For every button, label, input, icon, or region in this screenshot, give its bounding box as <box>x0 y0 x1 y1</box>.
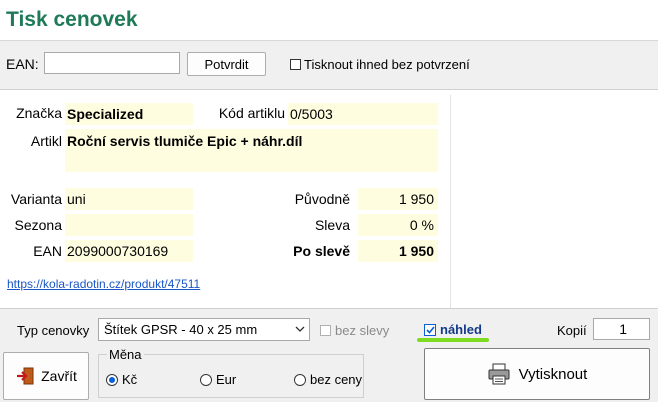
close-door-icon <box>17 367 34 385</box>
copies-input[interactable]: 1 <box>593 318 650 340</box>
currency-eur-radio[interactable]: Eur <box>200 372 236 387</box>
page-title: Tisk cenovek <box>6 8 138 31</box>
no-discount-checkbox[interactable]: bez slevy <box>320 323 389 338</box>
currency-group-label: Měna <box>107 347 144 362</box>
currency-group: Měna Kč Eur bez ceny <box>98 347 364 398</box>
print-button[interactable]: Vytisknout <box>424 348 650 400</box>
ean-input[interactable] <box>44 52 180 74</box>
currency-none-radio[interactable]: bez ceny <box>294 372 362 387</box>
brand-value: Specialized <box>65 103 193 125</box>
checkbox-disabled-icon <box>320 325 331 336</box>
after-discount-value: 1 950 <box>358 240 438 262</box>
original-price-value: 1 950 <box>358 188 438 210</box>
ean-toolbar: EAN: Potvrdit Tisknout ihned bez potvrze… <box>0 40 658 90</box>
close-button-label: Zavřít <box>41 368 77 384</box>
discount-label: Sleva <box>314 217 350 233</box>
season-value <box>65 214 193 236</box>
print-without-confirm-checkbox[interactable]: Tisknout ihned bez potvrzení <box>290 57 470 72</box>
currency-none-label: bez ceny <box>310 372 363 387</box>
ean-label: EAN: <box>6 56 39 72</box>
variant-value: uni <box>65 188 193 210</box>
print-button-label: Vytisknout <box>518 365 588 383</box>
preview-highlight <box>417 338 489 342</box>
original-price-label: Původně <box>294 191 350 207</box>
print-without-confirm-label: Tisknout ihned bez potvrzení <box>304 57 470 72</box>
label-type-label: Typ cenovky <box>17 323 90 338</box>
season-label: Sezona <box>14 217 62 233</box>
variant-label: Varianta <box>10 191 62 207</box>
label-type-value: Štítek GPSR - 40 x 25 mm <box>104 322 258 337</box>
ean-code-value: 2099000730169 <box>65 240 193 262</box>
currency-czk-radio[interactable]: Kč <box>106 372 137 387</box>
product-link[interactable]: https://kola-radotin.cz/produkt/47511 <box>7 277 200 291</box>
close-button[interactable]: Zavřít <box>3 352 89 400</box>
dropdown-chevron-icon <box>295 326 305 332</box>
confirm-button[interactable]: Potvrdit <box>187 52 266 76</box>
no-discount-label: bez slevy <box>335 323 390 338</box>
brand-label: Značka <box>16 105 62 121</box>
article-label: Artikl <box>30 133 62 149</box>
ean-code-label: EAN <box>33 243 62 259</box>
copies-label: Kopií <box>557 323 587 338</box>
radio-selected-icon <box>106 373 118 386</box>
label-type-select[interactable]: Štítek GPSR - 40 x 25 mm <box>98 318 310 341</box>
code-label: Kód artiklu <box>218 105 285 121</box>
preview-checkbox[interactable]: náhled <box>424 322 482 337</box>
radio-unselected-icon <box>200 373 212 386</box>
after-discount-label: Po slevě <box>293 243 350 259</box>
currency-eur-label: Eur <box>216 372 237 387</box>
radio-unselected-icon <box>294 373 306 386</box>
discount-value: 0 % <box>358 214 438 236</box>
preview-label: náhled <box>440 322 482 337</box>
preview-area <box>450 95 658 308</box>
checkbox-unchecked-icon <box>290 59 301 70</box>
printer-icon <box>488 363 510 385</box>
article-value: Roční servis tlumiče Epic + náhr.díl <box>65 129 438 172</box>
code-value: 0/5003 <box>288 103 438 125</box>
checkbox-checked-icon <box>424 323 436 336</box>
currency-czk-label: Kč <box>122 372 138 387</box>
bottom-controls: Typ cenovky Štítek GPSR - 40 x 25 mm bez… <box>0 308 658 402</box>
